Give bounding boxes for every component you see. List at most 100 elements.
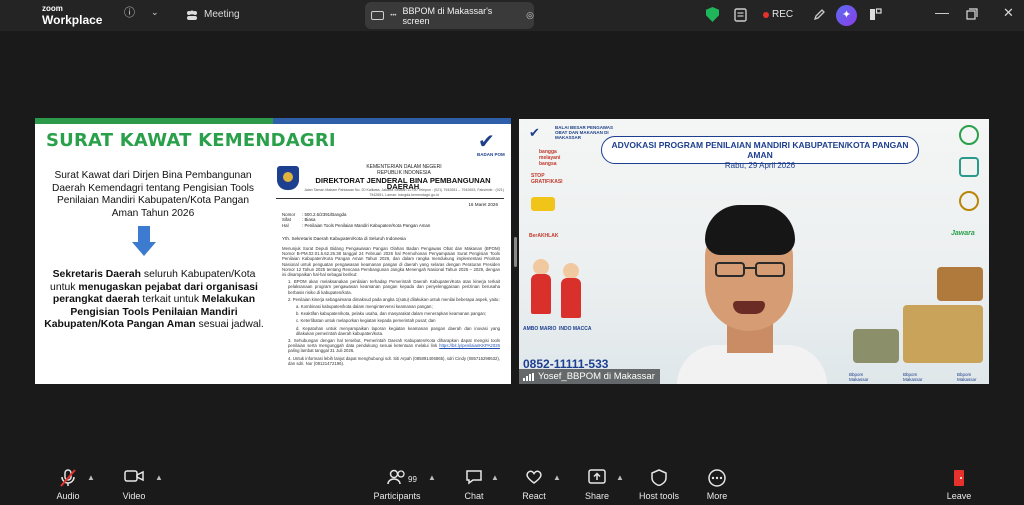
chat-options-caret-icon[interactable]: ▲ <box>491 473 499 482</box>
participant-name-tag: Yosef_BBPOM di Makassar <box>519 369 660 384</box>
rec-label: REC <box>772 9 794 20</box>
doc-recipient: Yth. Sekretaris Daerah Kabupaten/Kota di… <box>282 236 406 241</box>
info-icon[interactable]: ⓘ <box>124 8 135 19</box>
slide-intro-text: Surat Kawat dari Dirjen Bina Pembangunan… <box>52 170 254 219</box>
mascot-ambo <box>529 259 553 317</box>
recording-indicator[interactable]: REC <box>763 9 793 20</box>
react-button[interactable]: React <box>520 469 548 501</box>
letter-document: KEMENTERIAN DALAM NEGERI REPUBLIK INDONE… <box>274 162 506 384</box>
zoom-window: zoom Workplace ⓘ ⌄ Meeting ••• BBPOM di … <box>0 0 1024 505</box>
react-options-caret-icon[interactable]: ▲ <box>553 473 561 482</box>
more-dots-icon <box>704 469 730 487</box>
chat-bubble-icon <box>461 469 487 487</box>
mascot-indo <box>559 263 583 321</box>
more-icon: ••• <box>390 12 397 19</box>
shared-screen-title: BBPOM di Makassar's screen <box>402 5 493 26</box>
badge-logo-icon <box>531 197 555 211</box>
participant-video-tile[interactable]: ✔ BALAI BESAR PENGAWAS OBAT DAN MAKANAN … <box>519 119 989 384</box>
bpom-logo-icon: ✔ <box>529 125 540 140</box>
shield-check-icon[interactable] <box>706 7 719 22</box>
food-photo <box>853 329 899 363</box>
doc-subitem: b. Keaktifan kabupaten/kota, pelaku usah… <box>296 311 487 317</box>
logo-line2: Workplace <box>42 13 103 27</box>
meeting-button[interactable]: Meeting <box>186 9 240 20</box>
doc-paragraph: Menunjuk Surat Deputi Bidang Pengawasan … <box>282 246 500 278</box>
video-button[interactable]: Video <box>118 469 150 501</box>
hal-key: Hal <box>282 222 289 228</box>
slide-instruction-text: Sekretaris Daerah seluruh Kabupaten/Kota… <box>43 269 265 332</box>
participants-options-caret-icon[interactable]: ▲ <box>428 473 436 482</box>
mascot-left-label: AMBO MARIO <box>523 326 557 332</box>
chat-button[interactable]: Chat <box>461 469 487 501</box>
hal-value: : Penilaian Tools Penilaian Mandiri Kabu… <box>302 222 431 228</box>
social-facebook: Bbpom Makassar <box>903 372 923 382</box>
view-options-icon[interactable]: ◎ <box>526 10 534 21</box>
participant-name: Yosef_BBPOM di Makassar <box>538 371 655 382</box>
share-screen-icon <box>583 469 611 487</box>
mic-muted-icon <box>54 469 82 487</box>
nomor-value: : 500.2.6/2391/Bangda <box>302 212 347 217</box>
split-view-icon[interactable] <box>869 8 882 21</box>
chevron-down-icon[interactable]: ⌄ <box>151 8 159 17</box>
participants-icon <box>187 10 197 20</box>
sifat-value: : Biasa <box>302 217 316 223</box>
audio-button[interactable]: Audio <box>54 469 82 501</box>
more-label: More <box>706 491 728 501</box>
participants-count: 99 <box>408 475 417 484</box>
share-button[interactable]: Share <box>583 469 611 501</box>
meeting-label: Meeting <box>204 9 240 20</box>
government-seal-icon <box>959 191 979 211</box>
zoom-workplace-logo: zoom Workplace <box>42 5 103 27</box>
minimize-icon[interactable]: — <box>935 5 949 19</box>
doc-subitem: d. Kepatuhan untuk menyampaikan laporan … <box>296 325 500 336</box>
bpom-logo-icon: ✔ <box>478 131 495 153</box>
doc-paragraph: 2. Penilaian kinerja sebagaimana dimaksu… <box>288 296 500 302</box>
doc-subitem: a. Kombinasi kabupaten/kota dalam mengin… <box>296 304 433 310</box>
halal-logo-icon <box>959 157 979 177</box>
host-tools-label: Host tools <box>638 491 680 501</box>
bangga-logo: bangga melayani bangsa <box>539 149 561 167</box>
audio-label: Audio <box>56 491 80 501</box>
doc-address: Jalan Taman Makam Pahlawan No. 20 Kaliba… <box>304 188 504 197</box>
shield-icon <box>637 469 681 487</box>
edit-icon[interactable] <box>813 8 826 21</box>
leave-door-icon <box>946 469 972 487</box>
doc-divider <box>276 198 504 199</box>
video-camera-icon <box>118 469 150 487</box>
slide-stripe <box>35 118 511 124</box>
instr-part1: Sekretaris Daerah <box>52 269 141 280</box>
mascot-right-label: INDO MACCA <box>559 326 592 332</box>
shared-screen-pill[interactable]: ••• BBPOM di Makassar's screen ◎ <box>365 2 534 29</box>
leave-label: Leave <box>946 491 972 501</box>
participants-button[interactable]: Participants <box>372 469 422 501</box>
instr-part4: terkait untuk <box>139 294 202 306</box>
panel-splitter-handle[interactable] <box>514 237 517 267</box>
leave-button[interactable]: Leave <box>946 469 972 501</box>
audio-options-caret-icon[interactable]: ▲ <box>87 473 95 482</box>
participants-label: Participants <box>373 491 421 501</box>
doc-paragraph: 1. BPOM akan melaksanakan penilaian terh… <box>288 279 500 295</box>
close-icon[interactable]: ✕ <box>1003 6 1014 19</box>
event-banner: ADVOKASI PROGRAM PENILAIAN MANDIRI KABUP… <box>601 136 919 170</box>
ai-companion-icon[interactable]: ✦ <box>836 5 857 26</box>
down-arrow-icon <box>132 226 156 258</box>
participant-speaker <box>677 205 827 384</box>
doc-paragraph: 3. Sehubungan dengan hal tersebut, Pemer… <box>282 338 500 354</box>
social-footer: Bbpom Makassar Bbpom Makassar Bbpom Maka… <box>849 372 989 382</box>
doc-subitem: c. Keterlibatan untuk melaporkan kegiata… <box>296 318 436 324</box>
banner-title: ADVOKASI PROGRAM PENILAIAN MANDIRI KABUP… <box>611 140 909 160</box>
more-button[interactable]: More <box>704 469 730 501</box>
maximize-icon[interactable] <box>966 8 978 20</box>
host-tools-button[interactable]: Host tools <box>637 469 681 501</box>
record-dot-icon <box>763 11 769 18</box>
doc-body: Menunjuk Surat Deputi Bidang Pengawasan … <box>282 246 500 368</box>
share-options-caret-icon[interactable]: ▲ <box>616 473 624 482</box>
instr-part6: sesuai jadwal. <box>195 319 264 331</box>
social-youtube: Bbpom Makassar <box>957 372 977 382</box>
doc-link: https://bit.ly/penilaianKKPA2026 <box>439 343 500 349</box>
notes-icon[interactable] <box>734 8 747 22</box>
audio-level-icon <box>523 372 534 381</box>
food-photo <box>903 305 983 363</box>
video-options-caret-icon[interactable]: ▲ <box>155 473 163 482</box>
mascot-illustration <box>525 259 589 329</box>
